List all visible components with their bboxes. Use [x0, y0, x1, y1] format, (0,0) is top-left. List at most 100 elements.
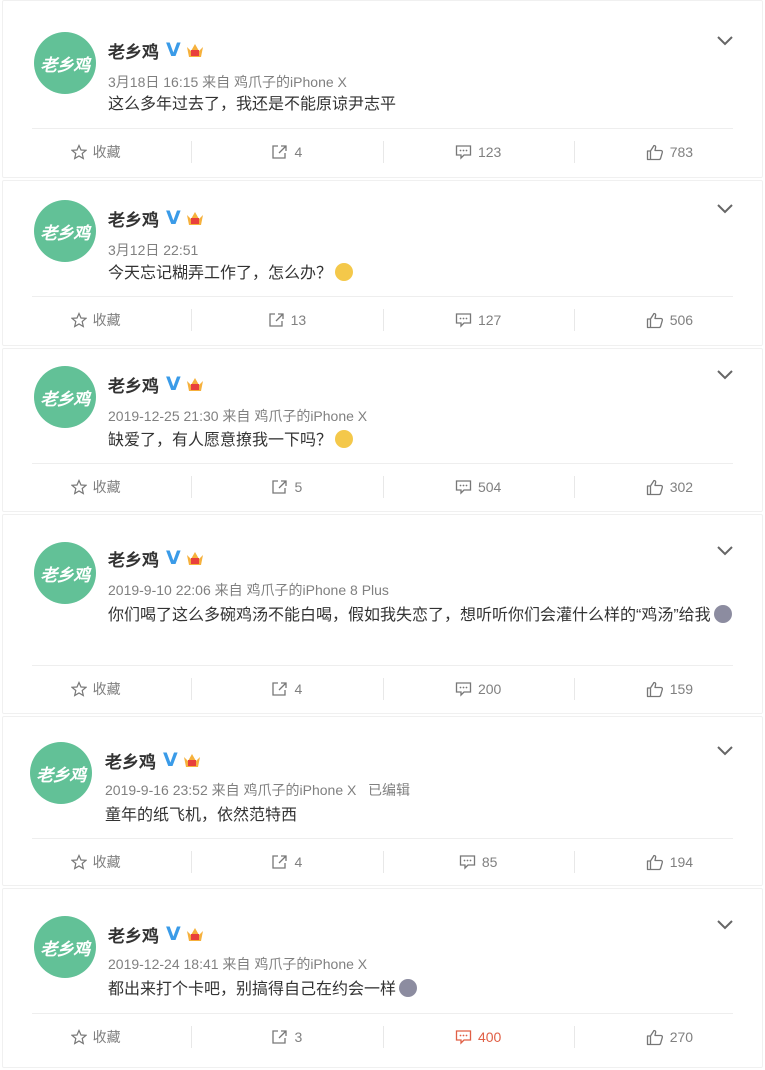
- collect-button[interactable]: 收藏: [0, 464, 191, 510]
- crown-badge-icon: [186, 212, 203, 225]
- like-button[interactable]: 270: [573, 1014, 765, 1060]
- blushing-face-icon: [335, 430, 354, 448]
- comment-button[interactable]: 127: [382, 297, 574, 343]
- like-button[interactable]: 302: [573, 464, 765, 510]
- post-text-content: 你们喝了这么多碗鸡汤不能白喝，假如我失恋了，想听听你们会灌什么样的“鸡汤”给我: [108, 607, 711, 624]
- action-bar: 收藏 3 400 270: [0, 1014, 765, 1060]
- collect-button[interactable]: 收藏: [0, 666, 191, 712]
- star-icon: [70, 854, 87, 870]
- action-bar: 收藏 4 200 159: [0, 666, 765, 712]
- crown-badge-icon: [186, 378, 203, 391]
- thumbs-up-icon: [646, 144, 663, 160]
- username[interactable]: 老乡鸡: [108, 206, 159, 231]
- avatar[interactable]: 老乡鸡: [34, 200, 96, 262]
- verified-icon: V: [166, 373, 181, 395]
- post-meta: 2019-12-25 21:30 来自 鸡爪子的iPhone X: [108, 408, 368, 424]
- thumbs-up-icon: [646, 681, 663, 697]
- collect-label: 收藏: [92, 681, 121, 697]
- like-button[interactable]: 194: [573, 839, 765, 885]
- comment-icon: [455, 682, 472, 697]
- like-button[interactable]: 506: [573, 297, 765, 343]
- crown-badge-icon: [186, 552, 203, 565]
- comment-button[interactable]: 504: [382, 464, 574, 510]
- post-text: 童年的纸飞机，依然范特西: [105, 803, 733, 829]
- comment-button[interactable]: 200: [382, 666, 574, 712]
- chevron-down-icon[interactable]: [717, 918, 733, 930]
- action-bar: 收藏 5 504 302: [0, 464, 765, 510]
- comment-button[interactable]: 400: [382, 1014, 574, 1060]
- verified-icon: V: [166, 547, 181, 569]
- post: 老乡鸡 老乡鸡 V 2019-9-10 22:06 来自 鸡爪子的iPhone …: [0, 514, 765, 714]
- chevron-down-icon[interactable]: [717, 368, 733, 380]
- username[interactable]: 老乡鸡: [108, 372, 159, 397]
- share-button[interactable]: 5: [191, 464, 382, 510]
- avatar[interactable]: 老乡鸡: [34, 32, 96, 94]
- like-count: 270: [669, 1029, 694, 1045]
- share-icon: [272, 480, 288, 494]
- collect-button[interactable]: 收藏: [0, 297, 191, 343]
- chevron-down-icon[interactable]: [717, 202, 733, 214]
- post: 老乡鸡 老乡鸡 V 3月18日 16:15 来自 鸡爪子的iPhone X 这么…: [0, 0, 765, 178]
- share-button[interactable]: 4: [191, 666, 382, 712]
- like-count: 194: [669, 854, 694, 870]
- share-count: 3: [294, 1029, 303, 1045]
- like-count: 506: [669, 312, 694, 328]
- username[interactable]: 老乡鸡: [108, 38, 159, 63]
- comment-button[interactable]: 85: [382, 839, 574, 885]
- action-bar: 收藏 13 127 506: [0, 297, 765, 343]
- name-row: 老乡鸡 V: [108, 546, 205, 570]
- share-count: 5: [294, 479, 303, 495]
- collect-button[interactable]: 收藏: [0, 839, 191, 885]
- avatar[interactable]: 老乡鸡: [34, 542, 96, 604]
- avatar[interactable]: 老乡鸡: [30, 742, 92, 804]
- share-button[interactable]: 3: [191, 1014, 382, 1060]
- verified-icon: V: [166, 207, 181, 229]
- like-button[interactable]: 783: [573, 129, 765, 175]
- share-count: 4: [294, 144, 303, 160]
- avatar[interactable]: 老乡鸡: [34, 366, 96, 428]
- star-icon: [70, 479, 87, 495]
- post-text-content: 都出来打个卡吧，别搞得自己在约会一样: [108, 981, 397, 998]
- comment-button[interactable]: 123: [382, 129, 574, 175]
- post-meta: 2019-12-24 18:41 来自 鸡爪子的iPhone X: [108, 956, 368, 972]
- share-button[interactable]: 13: [191, 297, 382, 343]
- collect-label: 收藏: [92, 1029, 121, 1045]
- star-icon: [70, 312, 87, 328]
- post-text: 今天忘记糊弄工作了，怎么办？: [108, 261, 733, 287]
- comment-icon: [459, 855, 475, 870]
- chevron-down-icon[interactable]: [717, 744, 733, 756]
- share-button[interactable]: 4: [191, 839, 382, 885]
- comment-count: 85: [481, 854, 498, 870]
- collect-button[interactable]: 收藏: [0, 1014, 191, 1060]
- like-button[interactable]: 159: [573, 666, 765, 712]
- comment-icon: [455, 1030, 472, 1045]
- chevron-down-icon[interactable]: [717, 34, 733, 46]
- name-row: 老乡鸡 V: [108, 922, 205, 946]
- collect-button[interactable]: 收藏: [0, 129, 191, 175]
- action-bar: 收藏 4 123 783: [0, 129, 765, 175]
- post: 老乡鸡 老乡鸡 V 2019-12-25 21:30 来自 鸡爪子的iPhone…: [0, 348, 765, 512]
- thumbs-up-icon: [646, 1029, 663, 1045]
- like-count: 159: [669, 681, 694, 697]
- share-button[interactable]: 4: [191, 129, 382, 175]
- star-icon: [70, 144, 87, 160]
- collect-label: 收藏: [92, 144, 121, 160]
- sad-face-icon: [399, 979, 418, 997]
- avatar[interactable]: 老乡鸡: [34, 916, 96, 978]
- username[interactable]: 老乡鸡: [105, 748, 156, 773]
- share-icon: [272, 682, 288, 696]
- comment-icon: [455, 480, 472, 495]
- comment-count: 123: [477, 144, 502, 160]
- username[interactable]: 老乡鸡: [108, 922, 159, 947]
- username[interactable]: 老乡鸡: [108, 546, 159, 571]
- name-row: 老乡鸡 V: [105, 748, 202, 772]
- comment-count: 400: [477, 1029, 502, 1045]
- post-text: 你们喝了这么多碗鸡汤不能白喝，假如我失恋了，想听听你们会灌什么样的“鸡汤”给我: [108, 603, 737, 629]
- name-row: 老乡鸡 V: [108, 372, 205, 396]
- post-text: 这么多年过去了，我还是不能原谅尹志平: [108, 92, 733, 118]
- chevron-down-icon[interactable]: [717, 544, 733, 556]
- share-count: 4: [294, 681, 303, 697]
- collect-label: 收藏: [92, 312, 121, 328]
- share-icon: [268, 313, 284, 327]
- crown-badge-icon: [183, 754, 200, 767]
